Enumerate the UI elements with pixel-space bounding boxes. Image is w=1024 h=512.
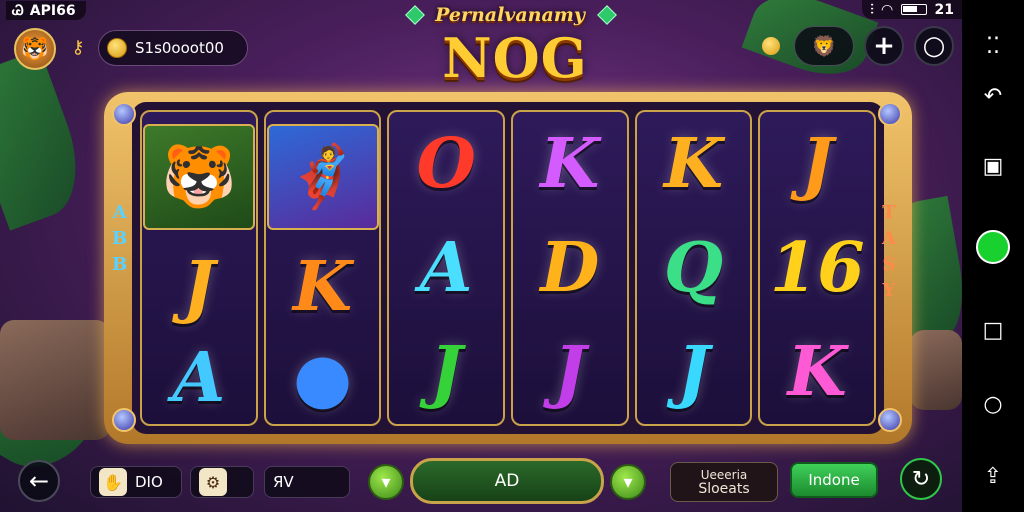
avatar[interactable]: 🐯: [14, 28, 56, 70]
add-button[interactable]: +: [864, 26, 904, 66]
reel-symbol: J: [677, 332, 710, 412]
balance-display: S1s0ooot00: [98, 30, 248, 66]
side-letters-right: TASY: [882, 200, 896, 304]
spin-button[interactable]: ↻: [900, 458, 942, 500]
action-label: Indone: [808, 471, 860, 489]
side-letter: S: [882, 254, 896, 275]
tiger-avatar-icon: 🐯: [21, 36, 49, 62]
side-letter: A: [112, 202, 127, 223]
status-right: ⫶ ◠ 21: [862, 0, 962, 19]
circle-icon: ○: [922, 31, 946, 61]
battery-icon: [900, 4, 927, 15]
reel-column: J 16 K: [758, 110, 877, 426]
hand-icon: ✋: [99, 468, 127, 496]
jungle-rock: [0, 320, 110, 440]
side-letter: A: [882, 228, 896, 249]
notification-icon: ⫶: [870, 1, 874, 18]
reel-symbol: A: [419, 228, 473, 308]
center-bet-value: AD: [494, 471, 520, 491]
status-time: 21: [934, 1, 954, 18]
reel-symbol: K: [787, 332, 847, 412]
reel-symbol: K: [292, 246, 353, 327]
reel-column: 🐯 J A: [140, 110, 258, 426]
side-letter: T: [882, 202, 896, 223]
frame-gem-icon: [878, 102, 902, 126]
reel-symbol: Q: [663, 228, 724, 308]
top-right-controls: 🦁 + ○: [762, 26, 954, 66]
lines-box[interactable]: ✋ DIO: [90, 466, 182, 498]
chevron-down-icon: ▾: [381, 471, 391, 493]
frame-gem-icon: [112, 102, 136, 126]
character-button[interactable]: 🦁: [794, 26, 854, 66]
reel-symbol: D: [540, 228, 600, 308]
record-icon[interactable]: [976, 230, 1010, 264]
back-button[interactable]: ←: [18, 460, 60, 502]
plus-icon: +: [873, 31, 895, 61]
reel-column: OAJ: [387, 110, 506, 426]
balance-value: S1s0ooot00: [135, 39, 224, 57]
record-button[interactable]: ○: [914, 26, 954, 66]
wifi-icon: ◠: [881, 1, 893, 18]
home-icon[interactable]: ○: [978, 390, 1008, 420]
reel-symbol: J: [801, 124, 834, 204]
game-subtitle: Pernalvanamy: [435, 4, 585, 26]
reel-symbol: J: [430, 332, 463, 412]
sim-icon: Ꮚ: [12, 2, 24, 19]
reel-symbol: 16: [769, 228, 865, 308]
status-app-label: API66: [29, 2, 76, 19]
reel-grid: 🐯 J A 🦸 K ● O A J K D J K Q J J 16 K: [132, 102, 884, 434]
android-nav-bar: ⁚⁚ ↶ ▣ □ ○ ⇪: [962, 0, 1024, 512]
center-bet-display[interactable]: AD: [410, 458, 604, 504]
refresh-icon: ↻: [911, 466, 931, 492]
masked-hero-icon: 🦸: [266, 123, 379, 230]
side-letter: B: [112, 228, 128, 249]
tiger-icon: 🐯: [142, 123, 255, 230]
arrow-left-icon: ←: [28, 467, 50, 495]
side-letter: Y: [882, 280, 896, 301]
reel-column: KQJ: [634, 110, 753, 426]
info-box: Ueeeria Sloeats: [670, 462, 778, 502]
options-icon: ⚙: [199, 468, 227, 496]
bet-value: ЯV: [273, 473, 294, 491]
action-button[interactable]: Indone: [790, 462, 878, 498]
increase-bet-button[interactable]: ▾: [610, 464, 646, 500]
square-icon[interactable]: □: [978, 316, 1008, 346]
side-letters-left: ABB: [112, 200, 127, 278]
bet-box[interactable]: ЯV: [264, 466, 350, 498]
reel-column: 🦸 K ●: [263, 110, 382, 426]
options-box[interactable]: ⚙: [190, 466, 254, 498]
coin-icon: [762, 37, 780, 55]
reel-symbol: ●: [292, 338, 353, 419]
reel-symbol: K: [663, 124, 724, 204]
coin-icon: [107, 38, 127, 58]
screenshot-icon[interactable]: ▣: [978, 152, 1008, 182]
reel-symbol: J: [553, 332, 586, 412]
jungle-leaf: [0, 49, 95, 231]
reel-symbol: J: [182, 246, 215, 327]
key-icon[interactable]: ⚷: [64, 34, 92, 62]
frame-gem-icon: [878, 408, 902, 432]
reel-frame: 🐯 J A 🦸 K ● O A J K D J K Q J J 16 K: [104, 92, 912, 444]
frame-gem-icon: [112, 408, 136, 432]
lines-value: DIO: [135, 473, 163, 491]
bottom-bar: ← ✋ DIO ⚙ ЯV ▾ AD ▾ Ueeeria Sloeats Indo…: [0, 452, 962, 512]
dots-icon[interactable]: ⁚⁚: [978, 32, 1008, 62]
tiger-badge-icon: 🦁: [811, 34, 837, 58]
chevron-down-icon: ▾: [623, 471, 633, 493]
reel-symbol: A: [172, 338, 226, 419]
decrease-bet-button[interactable]: ▾: [368, 464, 404, 500]
status-left: Ꮚ API66: [6, 1, 86, 20]
reel-column: KDJ: [511, 110, 629, 426]
side-letter: B: [112, 254, 128, 275]
reel-symbol: K: [540, 124, 600, 204]
reel-symbol: O: [416, 124, 476, 204]
jungle-rock: [910, 330, 962, 410]
rotate-icon[interactable]: ↶: [978, 82, 1008, 112]
share-icon[interactable]: ⇪: [978, 462, 1008, 492]
info-line1: Ueeeria: [700, 468, 748, 482]
info-line2: Sloeats: [698, 481, 750, 497]
